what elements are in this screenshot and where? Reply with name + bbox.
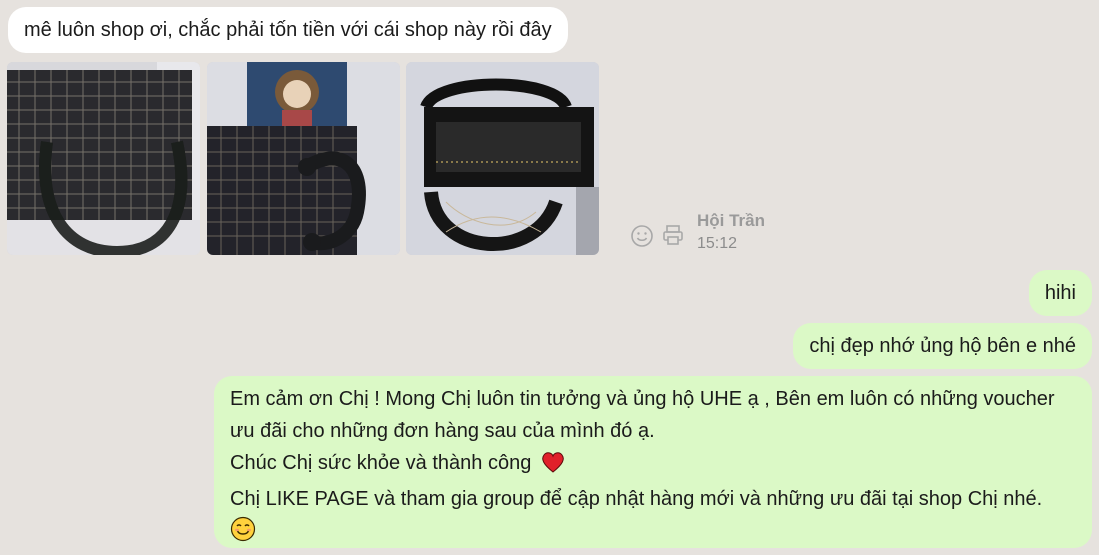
reply-line-1: Em cảm ơn Chị ! Mong Chị luôn tin tưởng … (230, 388, 1055, 410)
reply-line-2: ưu đãi cho những đơn hàng sau của mình đ… (230, 420, 655, 442)
smiling-face-icon (230, 516, 256, 552)
smile-icon[interactable] (630, 224, 654, 253)
outgoing-message-text: hihi (1044, 282, 1076, 304)
print-icon[interactable] (661, 223, 685, 252)
attached-photo-3[interactable] (406, 62, 599, 255)
incoming-message-text: mê luôn shop ơi, chắc phải tốn tiền với … (24, 19, 552, 41)
reply-line-3-wrapper: Chúc Chị sức khỏe và thành công (230, 447, 1076, 483)
reply-message-bubble[interactable]: Em cảm ơn Chị ! Mong Chị luôn tin tưởng … (214, 376, 1092, 548)
handbag-with-card-photo (207, 62, 400, 255)
handbag-interior-photo (406, 62, 599, 255)
sender-name: Hội Trần (697, 211, 766, 230)
reply-line-4: Chị LIKE PAGE và tham gia group để cập n… (230, 488, 1043, 510)
attached-photo-1[interactable] (7, 62, 200, 255)
attached-photo-2[interactable] (207, 62, 400, 255)
reply-line-5 (230, 515, 1076, 552)
handbag-front-photo (7, 62, 200, 255)
outgoing-message-bubble[interactable]: chị đẹp nhớ ủng hộ bên e nhé (793, 323, 1092, 369)
message-timestamp: 15:12 (697, 235, 738, 252)
heart-icon (541, 451, 565, 483)
outgoing-message-text: chị đẹp nhớ ủng hộ bên e nhé (809, 335, 1076, 357)
reply-line-3: Chúc Chị sức khỏe và thành công (230, 452, 532, 474)
incoming-message-bubble[interactable]: mê luôn shop ơi, chắc phải tốn tiền với … (8, 7, 568, 53)
outgoing-message-bubble[interactable]: hihi (1028, 270, 1092, 316)
